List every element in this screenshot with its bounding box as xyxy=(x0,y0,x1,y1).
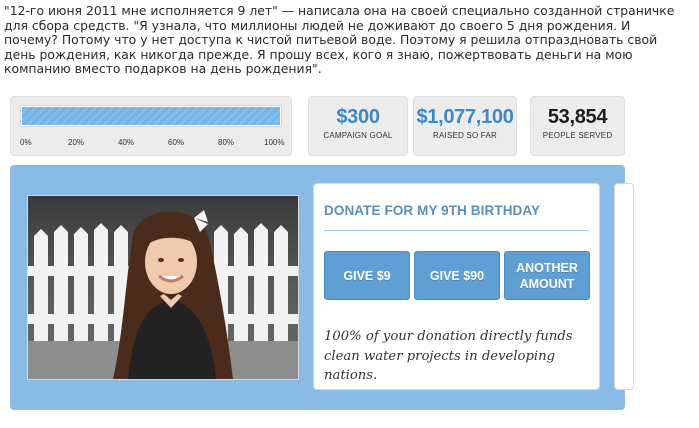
give-9-button[interactable]: GIVE $9 xyxy=(324,251,410,300)
give-90-button[interactable]: GIVE $90 xyxy=(414,251,500,300)
girl-photo-image xyxy=(28,196,298,379)
side-card xyxy=(614,183,634,390)
progress-tick-20: 20% xyxy=(68,138,85,147)
donate-card: DONATE FOR MY 9TH BIRTHDAY GIVE $9 GIVE … xyxy=(313,183,600,390)
progress-tick-0: 0% xyxy=(20,138,32,147)
campaign-goal-value: $300 xyxy=(336,106,380,128)
people-served-label: PEOPLE SERVED xyxy=(542,131,613,140)
article-quote: "12-го июня 2011 мне исполняется 9 лет" … xyxy=(4,3,675,77)
progress-tick-40: 40% xyxy=(118,138,135,147)
donate-divider xyxy=(324,230,589,231)
raised-so-far-value: $1,077,100 xyxy=(416,106,514,128)
campaign-goal-stat: $300 CAMPAIGN GOAL xyxy=(308,96,408,156)
progress-tick-80: 80% xyxy=(218,138,235,147)
progress-panel: 0% 20% 40% 60% 80% 100% xyxy=(10,96,292,156)
donate-title: DONATE FOR MY 9TH BIRTHDAY xyxy=(324,203,541,218)
progress-tick-60: 60% xyxy=(168,138,185,147)
raised-so-far-label: RAISED SO FAR xyxy=(433,131,497,140)
progress-bar xyxy=(20,105,282,127)
people-served-stat: 53,854 PEOPLE SERVED xyxy=(530,96,625,156)
campaign-photo xyxy=(27,195,299,380)
campaign-goal-label: CAMPAIGN GOAL xyxy=(323,131,393,140)
raised-so-far-stat: $1,077,100 RAISED SO FAR xyxy=(413,96,517,156)
people-served-value: 53,854 xyxy=(547,106,608,128)
progress-fill xyxy=(22,107,280,125)
donation-note: 100% of your donation directly funds cle… xyxy=(324,329,573,383)
another-amount-button[interactable]: ANOTHER AMOUNT xyxy=(504,251,590,300)
progress-tick-100: 100% xyxy=(264,138,285,147)
